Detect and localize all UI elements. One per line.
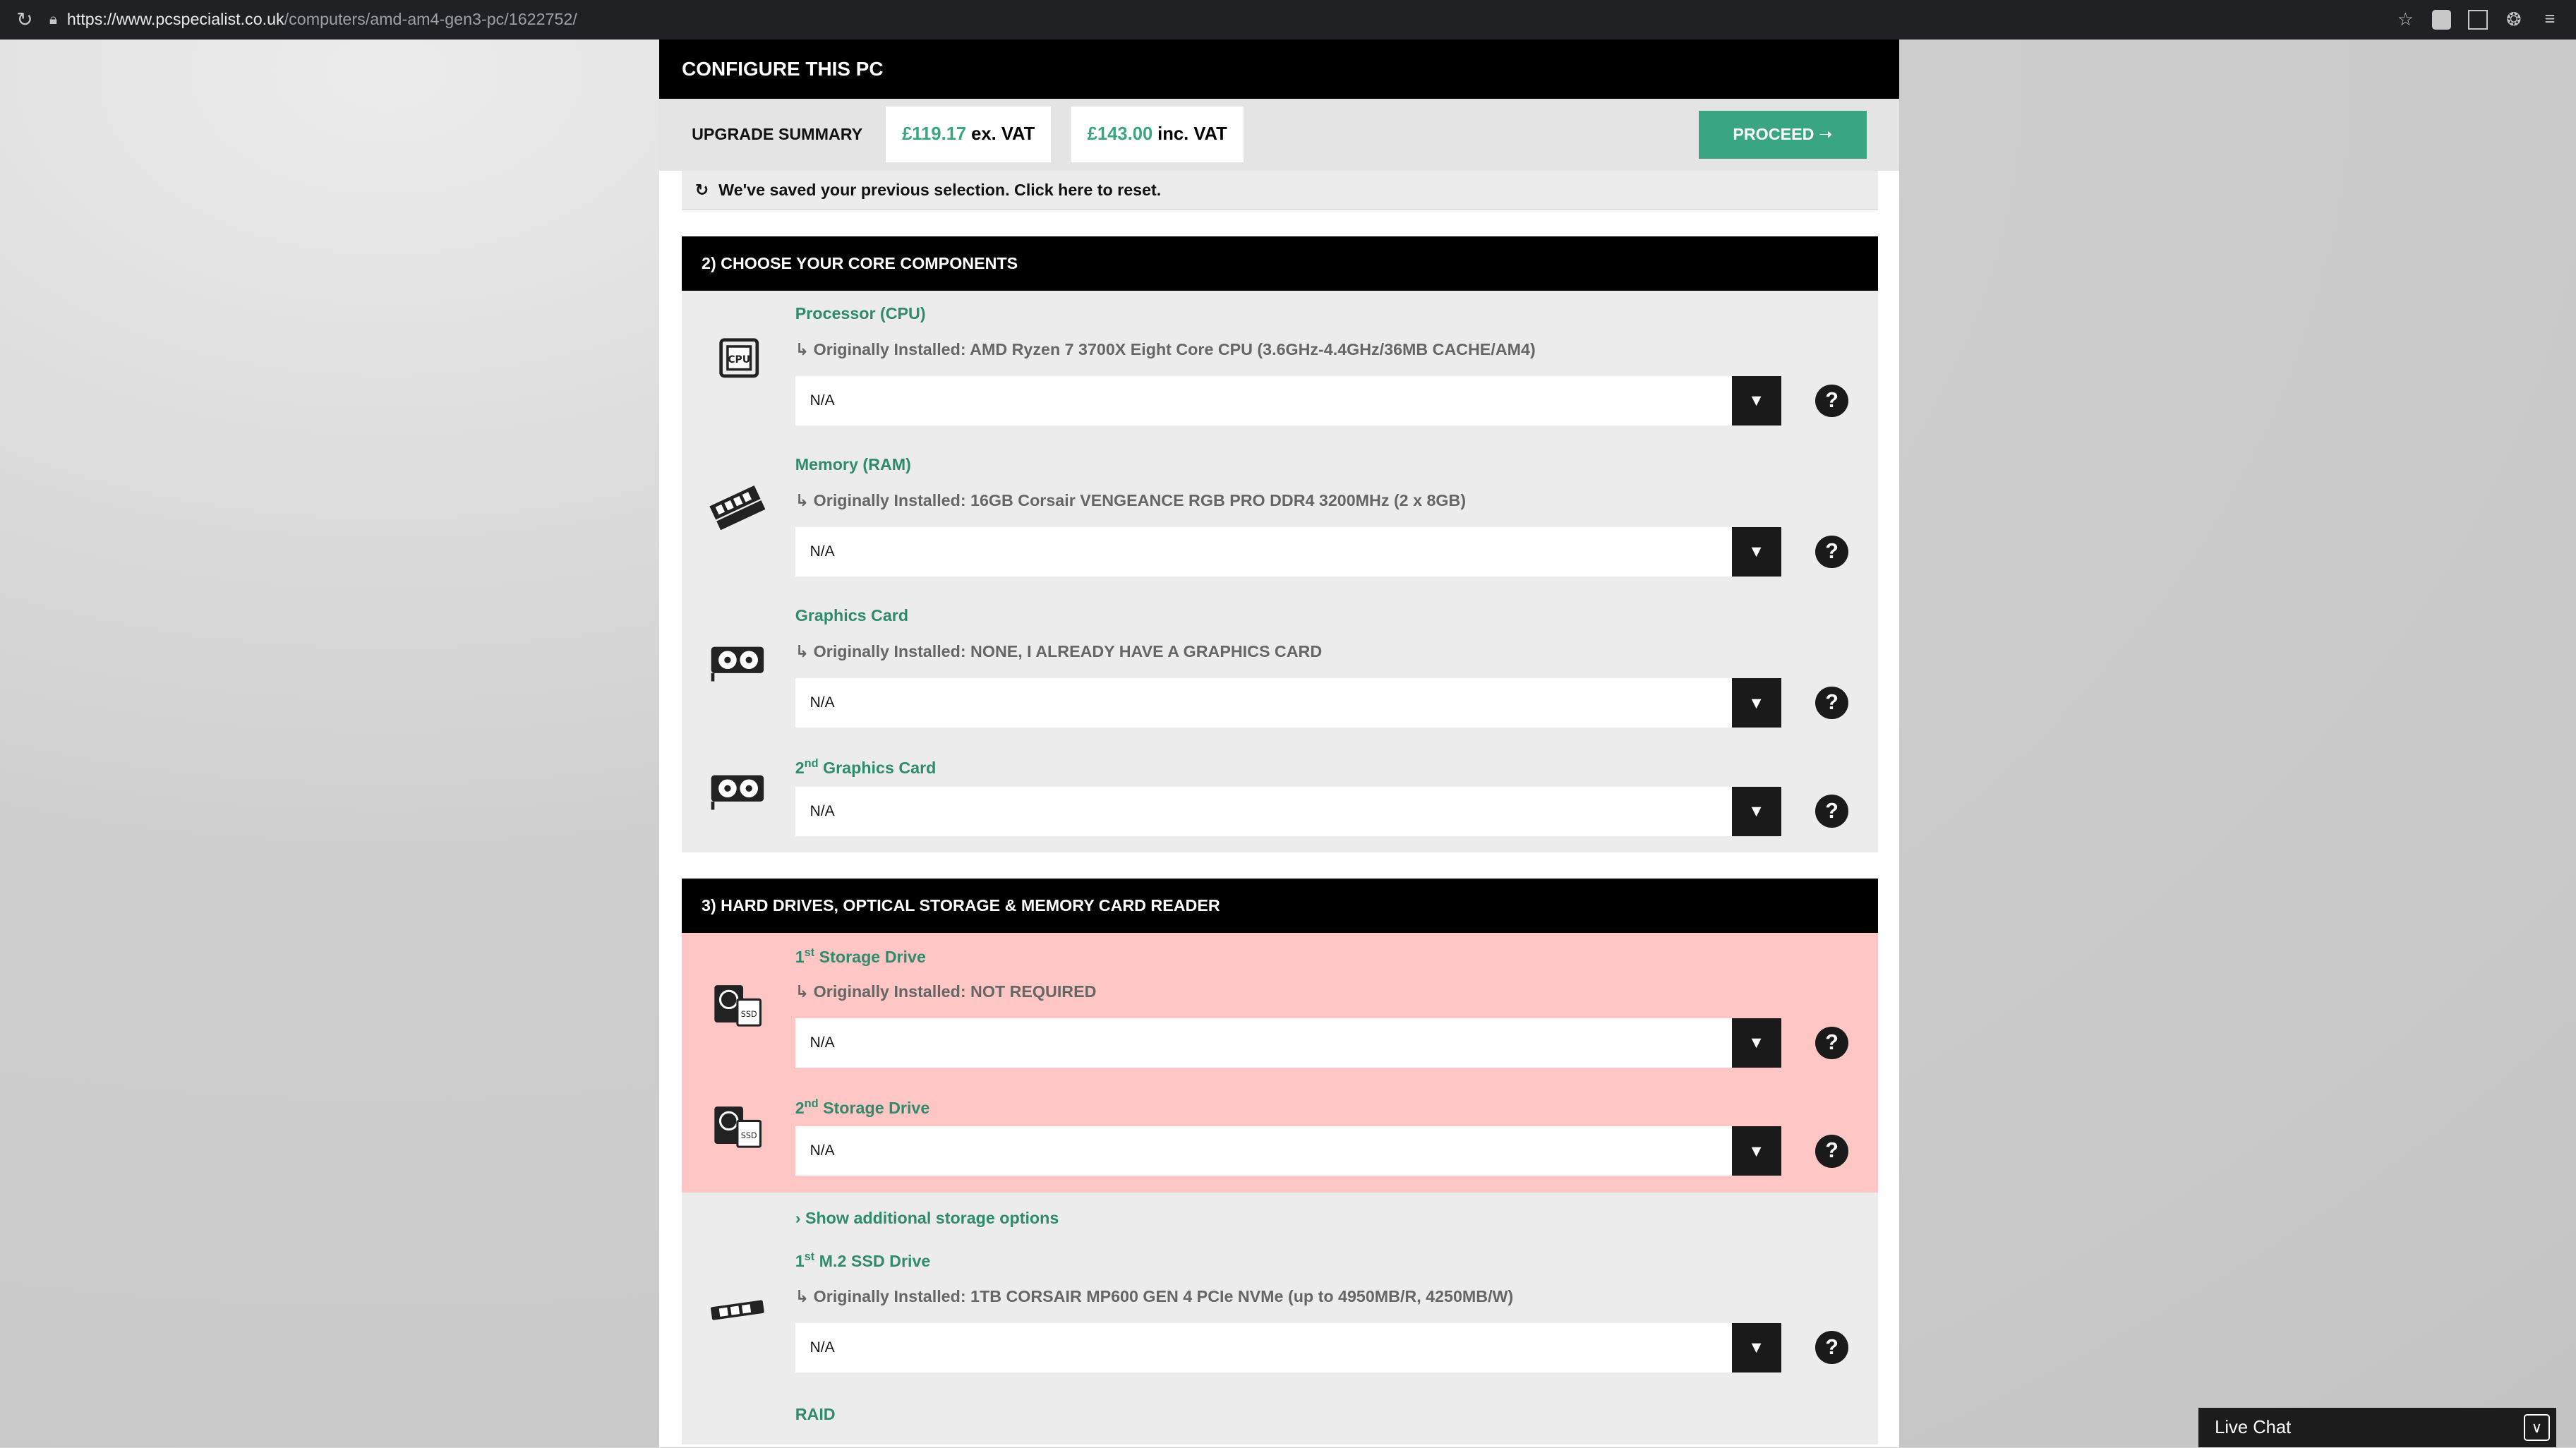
optional-storage-block: › Show additional storage options 1st M.… [682, 1192, 1878, 1445]
originally-installed: ↳ Originally Installed: NONE, I ALREADY … [795, 641, 1323, 660]
m2-ssd-select[interactable]: N/A ▼ [795, 1322, 1781, 1372]
component-first-storage-drive: SSD 1st Storage Drive ↳ Originally Insta… [682, 933, 1878, 1068]
price-inc-vat: £143.00 inc. VAT [1071, 107, 1244, 163]
component-m2-ssd: 1st M.2 SSD Drive ↳ Originally Installed… [682, 1228, 1878, 1372]
svg-text:SSD: SSD [741, 1010, 757, 1019]
help-icon[interactable]: ? [1815, 1026, 1848, 1060]
help-icon[interactable]: ? [1815, 686, 1848, 720]
chevron-down-icon[interactable]: ▼ [1731, 375, 1781, 426]
price-ex-vat: £119.17 ex. VAT [885, 107, 1052, 163]
originally-installed: ↳ Originally Installed: AMD Ryzen 7 3700… [795, 339, 1536, 358]
ram-select[interactable]: N/A ▼ [795, 527, 1781, 577]
storage-drive-icon: SSD [714, 984, 762, 1027]
storage-drive-icon: SSD [714, 1106, 762, 1148]
required-storage-block: SSD 1st Storage Drive ↳ Originally Insta… [682, 932, 1878, 1193]
cpu-select[interactable]: N/A ▼ [795, 375, 1781, 426]
chevron-down-icon[interactable]: ▼ [1731, 527, 1781, 577]
component-raid: RAID [682, 1372, 1878, 1428]
puzzle-icon[interactable]: ❂ [2504, 10, 2524, 30]
storage-section: 3) HARD DRIVES, OPTICAL STORAGE & MEMORY… [682, 879, 1878, 1445]
help-icon[interactable]: ? [1815, 535, 1848, 569]
help-icon[interactable]: ? [1815, 384, 1848, 418]
component-ram: Memory (RAM) ↳ Originally Installed: 16G… [682, 426, 1878, 577]
reload-icon[interactable]: ↻ [0, 8, 49, 31]
reading-list-icon[interactable]: ≡ [2540, 9, 2560, 30]
component-title: RAID [795, 1405, 836, 1424]
pocket-icon[interactable] [2431, 9, 2452, 30]
graphics-card-icon [711, 646, 764, 682]
originally-installed: ↳ Originally Installed: 16GB Corsair VEN… [795, 490, 1467, 509]
m2-ssd-icon [711, 1300, 765, 1320]
page-title: CONFIGURE THIS PC [658, 39, 1900, 99]
originally-installed: ↳ Originally Installed: 1TB CORSAIR MP60… [795, 1286, 1514, 1305]
show-additional-storage-link[interactable]: › Show additional storage options [682, 1193, 1878, 1228]
component-title: 2nd Graphics Card [795, 756, 937, 777]
component-title: Processor (CPU) [795, 303, 926, 322]
originally-installed: ↳ Originally Installed: NOT REQUIRED [795, 982, 1097, 1001]
help-icon[interactable]: ? [1815, 795, 1848, 828]
chevron-down-icon[interactable]: ▼ [1731, 1322, 1781, 1372]
browser-toolbar: ↻ 🔒︎ https://www.pcspecialist.co.uk/comp… [0, 0, 2576, 40]
refresh-icon: ↻ [694, 180, 709, 199]
ram-icon [709, 485, 766, 530]
component-title: Memory (RAM) [795, 454, 911, 473]
component-cpu: CPU Processor (CPU) ↳ Originally Install… [682, 291, 1878, 426]
saved-selection-notice[interactable]: ↻ We've saved your previous selection. C… [682, 171, 1878, 210]
star-icon[interactable]: ☆ [2395, 10, 2415, 30]
section-heading: 3) HARD DRIVES, OPTICAL STORAGE & MEMORY… [682, 879, 1878, 933]
chevron-down-icon[interactable]: ▼ [1731, 1126, 1781, 1176]
proceed-button[interactable]: PROCEED ➝ [1699, 111, 1867, 159]
first-storage-drive-select[interactable]: N/A ▼ [795, 1018, 1781, 1068]
chevron-down-icon[interactable]: ∨ [2523, 1414, 2551, 1441]
svg-text:CPU: CPU [728, 354, 751, 366]
help-icon[interactable]: ? [1815, 1331, 1848, 1364]
upgrade-summary-label: UPGRADE SUMMARY [692, 125, 863, 144]
live-chat-widget[interactable]: Live Chat ∨ [2198, 1408, 2557, 1447]
graphics-card-icon [711, 775, 764, 810]
configurator-panel: CONFIGURE THIS PC UPGRADE SUMMARY £119.1… [658, 39, 1900, 1447]
section-heading: 2) CHOOSE YOUR CORE COMPONENTS [682, 236, 1878, 291]
chevron-down-icon[interactable]: ▼ [1731, 678, 1781, 728]
address-bar[interactable]: https://www.pcspecialist.co.uk/computers… [67, 10, 577, 29]
second-storage-drive-select[interactable]: N/A ▼ [795, 1126, 1781, 1176]
upgrade-summary-bar: UPGRADE SUMMARY £119.17 ex. VAT £143.00 … [658, 98, 1900, 171]
svg-text:SSD: SSD [741, 1131, 757, 1140]
lock-icon: 🔒︎ [49, 11, 57, 28]
component-second-storage-drive: SSD 2nd Storage Drive N/A ▼ ? [682, 1068, 1878, 1176]
component-second-graphics-card: 2nd Graphics Card N/A ▼ ? [682, 728, 1878, 836]
chevron-down-icon[interactable]: ▼ [1731, 1018, 1781, 1068]
component-graphics-card: Graphics Card ↳ Originally Installed: NO… [682, 577, 1878, 728]
component-title: 2nd Storage Drive [795, 1097, 930, 1117]
graphics-card-select[interactable]: N/A ▼ [795, 678, 1781, 728]
core-components-section: 2) CHOOSE YOUR CORE COMPONENTS CPU Proce… [682, 236, 1878, 852]
cpu-icon: CPU [719, 338, 759, 378]
help-icon[interactable]: ? [1815, 1135, 1848, 1168]
component-title: 1st Storage Drive [795, 946, 926, 966]
second-graphics-card-select[interactable]: N/A ▼ [795, 786, 1781, 836]
component-title: 1st M.2 SSD Drive [795, 1250, 931, 1271]
component-title: Graphics Card [795, 605, 909, 625]
extension-grid-icon[interactable] [2467, 9, 2488, 30]
chevron-down-icon[interactable]: ▼ [1731, 786, 1781, 836]
